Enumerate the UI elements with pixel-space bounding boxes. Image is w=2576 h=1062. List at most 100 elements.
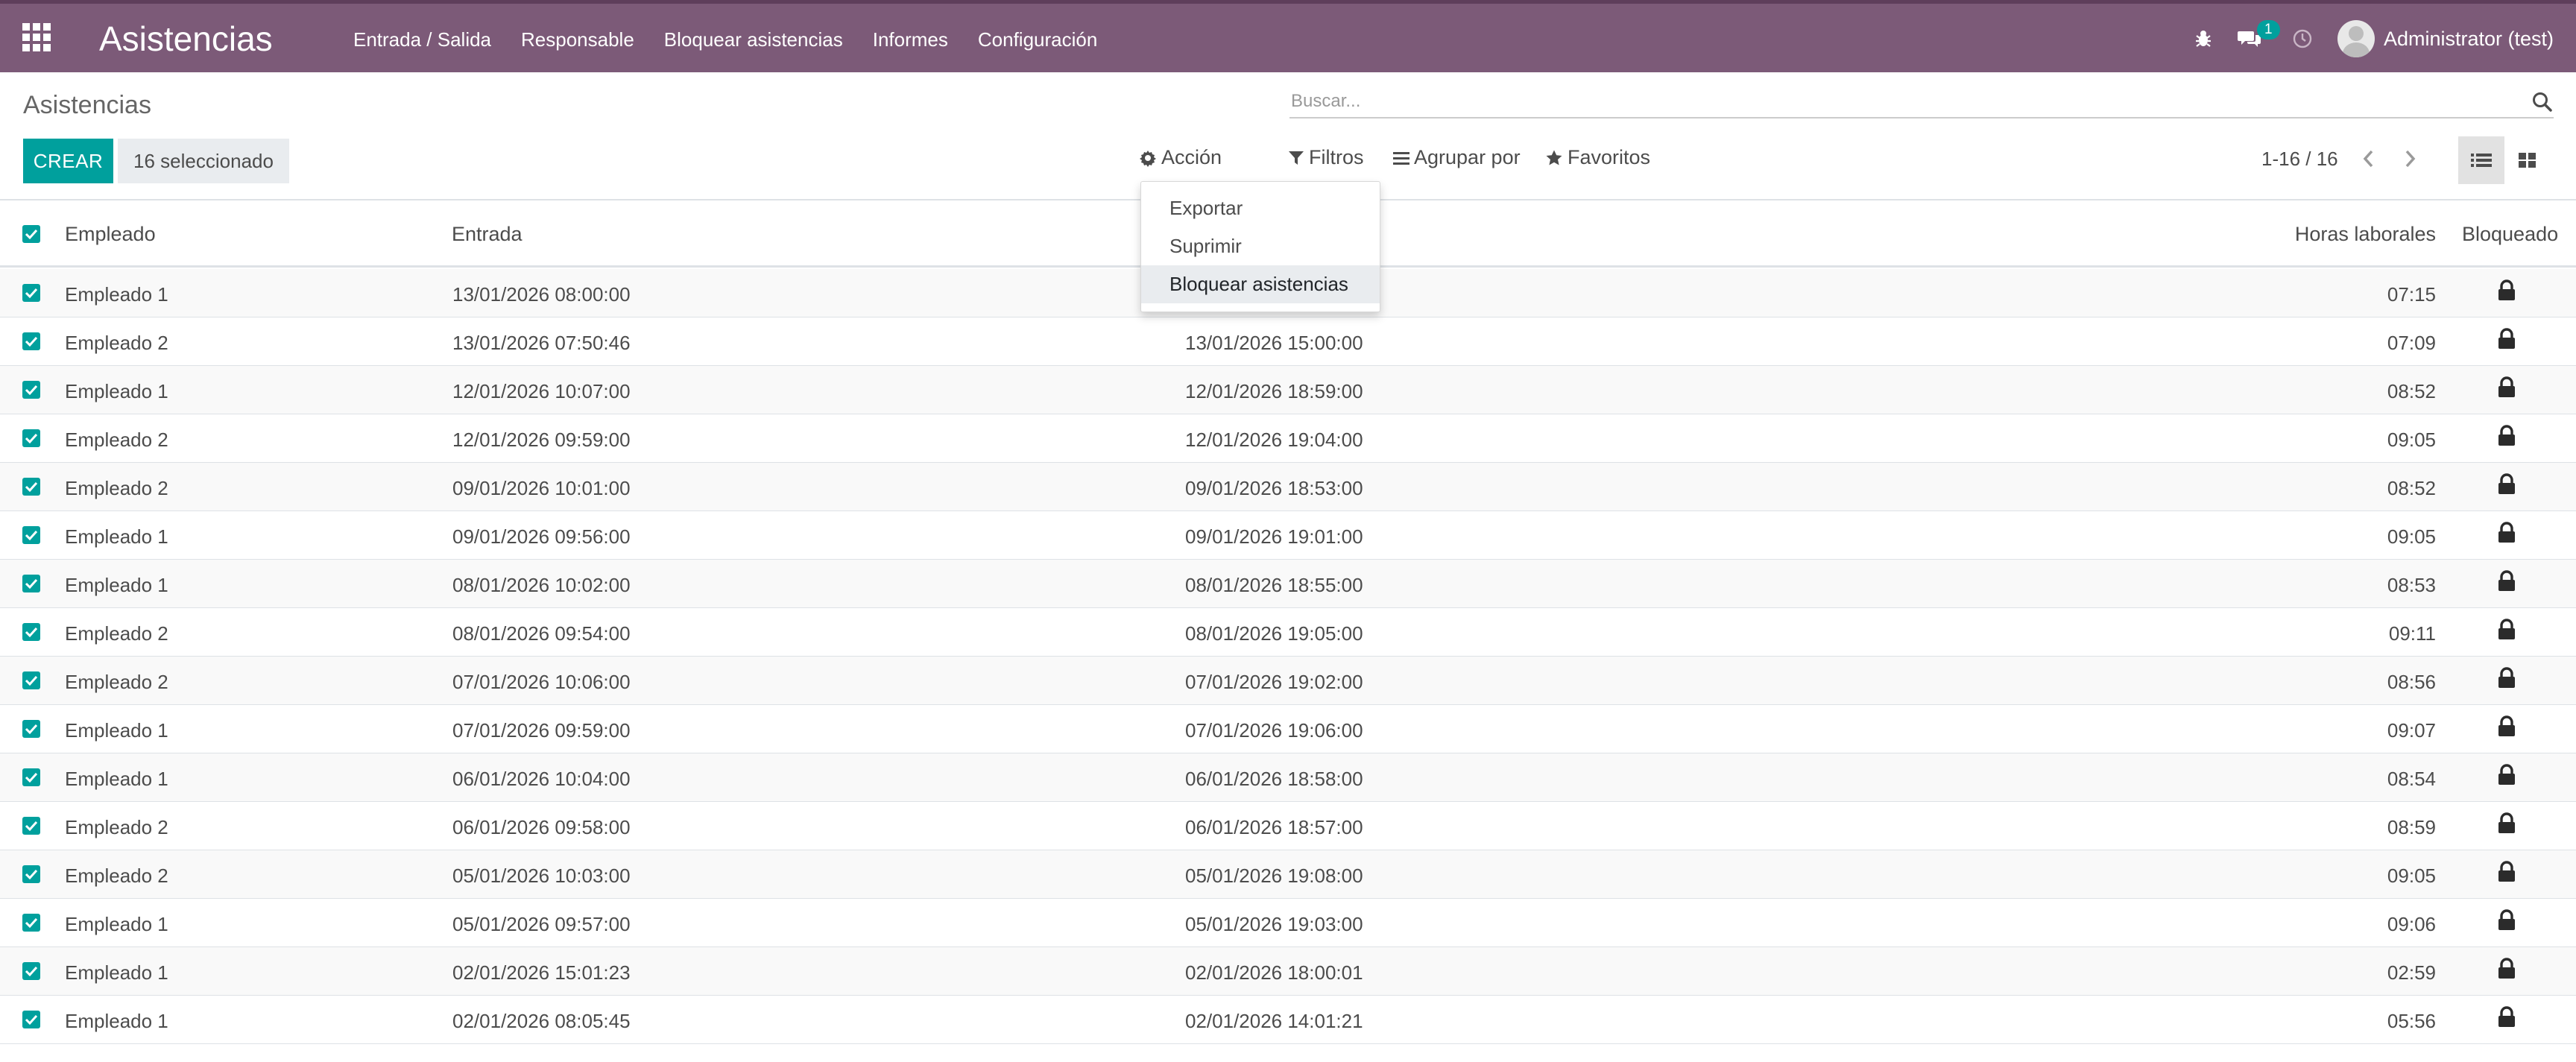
action-button[interactable]: Acción	[1139, 146, 1222, 169]
cell-employee: Empleado 1	[65, 525, 168, 548]
table-row[interactable]: Empleado 2 13/01/2026 07:50:46 13/01/2026 …	[0, 317, 2576, 366]
action-label: Acción	[1161, 146, 1222, 168]
lock-icon	[2498, 522, 2515, 543]
menu-item-informes[interactable]: Informes	[873, 28, 948, 51]
cell-check-in: 06/01/2026 10:04:00	[452, 768, 631, 790]
favorites-button[interactable]: Favoritos	[1545, 146, 1650, 169]
main-menu: Entrada / Salida Responsable Bloquear as…	[353, 28, 1127, 51]
cell-check-in: 08/01/2026 09:54:00	[452, 622, 631, 645]
pager-previous-button[interactable]	[2358, 148, 2380, 170]
table-row[interactable]: Empleado 2 06/01/2026 09:58:00 06/01/2026 …	[0, 802, 2576, 850]
lock-icon	[2498, 376, 2515, 397]
checkmark-icon	[25, 433, 38, 444]
user-menu[interactable]: Administrator (test)	[2384, 28, 2554, 51]
row-checkbox[interactable]	[22, 526, 40, 544]
activity-clock-icon[interactable]	[2293, 29, 2312, 48]
row-checkbox[interactable]	[22, 1011, 40, 1028]
checkmark-icon	[25, 772, 38, 783]
row-checkbox[interactable]	[22, 623, 40, 641]
kanban-view-button[interactable]	[2504, 136, 2551, 184]
row-checkbox[interactable]	[22, 817, 40, 835]
lock-icon	[2498, 425, 2515, 446]
filters-button[interactable]: Filtros	[1288, 146, 1364, 169]
lock-icon	[2498, 1006, 2515, 1027]
select-all-checkbox[interactable]	[22, 225, 40, 243]
cell-worked-hours: 08:56	[2387, 671, 2436, 693]
column-header-employee[interactable]: Empleado	[65, 223, 156, 246]
action-menu-item-bloquear-asistencias[interactable]: Bloquear asistencias	[1141, 265, 1380, 303]
filter-icon	[1289, 151, 1304, 165]
row-checkbox[interactable]	[22, 865, 40, 883]
top-navbar: Asistencias Entrada / Salida Responsable…	[0, 0, 2576, 72]
cell-employee: Empleado 2	[65, 865, 168, 887]
checkmark-icon	[25, 1014, 38, 1025]
row-checkbox[interactable]	[22, 575, 40, 592]
action-menu-item-suprimir[interactable]: Suprimir	[1141, 227, 1380, 265]
row-checkbox[interactable]	[22, 671, 40, 689]
checkmark-icon	[25, 336, 38, 347]
pager-next-button[interactable]	[2399, 148, 2421, 170]
cell-worked-hours: 09:05	[2387, 525, 2436, 548]
table-row[interactable]: Empleado 1 09/01/2026 09:56:00 09/01/2026 …	[0, 511, 2576, 560]
column-header-check-in[interactable]: Entrada	[452, 223, 523, 246]
search-input[interactable]	[1289, 85, 2512, 117]
menu-item-bloquear-asistencias[interactable]: Bloquear asistencias	[664, 28, 843, 51]
table-row[interactable]: Empleado 1 07/01/2026 09:59:00 07/01/2026 …	[0, 705, 2576, 753]
lock-icon	[2498, 279, 2515, 300]
row-checkbox[interactable]	[22, 284, 40, 302]
table-row[interactable]: Empleado 2 05/01/2026 10:03:00 05/01/2026 …	[0, 850, 2576, 899]
cell-check-in: 09/01/2026 10:01:00	[452, 477, 631, 499]
cell-check-in: 13/01/2026 07:50:46	[452, 332, 631, 354]
cell-worked-hours: 09:07	[2387, 719, 2436, 742]
table-row[interactable]: Empleado 1 02/01/2026 08:05:45 02/01/2026 …	[0, 996, 2576, 1044]
pager-value[interactable]: 1-16 / 16	[2261, 148, 2338, 171]
checkmark-icon	[25, 530, 38, 541]
table-row[interactable]: Empleado 1 06/01/2026 10:04:00 06/01/2026 …	[0, 753, 2576, 802]
table-row[interactable]: Empleado 2 07/01/2026 10:06:00 07/01/2026 …	[0, 657, 2576, 705]
cell-check-in: 09/01/2026 09:56:00	[452, 525, 631, 548]
cell-check-out: 08/01/2026 18:55:00	[1185, 574, 1363, 596]
filters-label: Filtros	[1309, 146, 1364, 168]
menu-item-entrada-salida[interactable]: Entrada / Salida	[353, 28, 491, 51]
table-row[interactable]: Empleado 1 12/01/2026 10:07:00 12/01/2026 …	[0, 366, 2576, 414]
kanban-icon	[2519, 153, 2536, 168]
row-checkbox[interactable]	[22, 768, 40, 786]
lock-icon	[2498, 909, 2515, 930]
messages-icon[interactable]: 1	[2237, 20, 2280, 48]
menu-item-configuracion[interactable]: Configuración	[978, 28, 1097, 51]
menu-item-responsable[interactable]: Responsable	[521, 28, 634, 51]
table-row[interactable]: Empleado 1 02/01/2026 15:01:23 02/01/2026 …	[0, 947, 2576, 996]
row-checkbox[interactable]	[22, 429, 40, 447]
row-checkbox[interactable]	[22, 381, 40, 399]
table-row[interactable]: Empleado 2 12/01/2026 09:59:00 12/01/2026 …	[0, 414, 2576, 463]
cell-employee: Empleado 1	[65, 768, 168, 790]
app-title[interactable]: Asistencias	[99, 19, 273, 59]
table-row[interactable]: Empleado 2 08/01/2026 09:54:00 08/01/2026 …	[0, 608, 2576, 657]
row-checkbox[interactable]	[22, 962, 40, 980]
row-checkbox[interactable]	[22, 478, 40, 496]
table-row[interactable]: Empleado 1 05/01/2026 09:57:00 05/01/2026 …	[0, 899, 2576, 947]
table-row[interactable]: Empleado 1 08/01/2026 10:02:00 08/01/2026 …	[0, 560, 2576, 608]
debug-bug-icon[interactable]	[2194, 29, 2212, 48]
table-row[interactable]: Empleado 2 09/01/2026 10:01:00 09/01/2026 …	[0, 463, 2576, 511]
column-header-locked[interactable]: Bloqueado	[2462, 223, 2558, 246]
cell-check-out: 09/01/2026 19:01:00	[1185, 525, 1363, 548]
user-avatar[interactable]	[2337, 20, 2375, 57]
groupby-button[interactable]: Agrupar por	[1393, 146, 1521, 169]
action-menu-item-exportar[interactable]: Exportar	[1141, 189, 1380, 227]
cell-employee: Empleado 2	[65, 429, 168, 451]
search-icon[interactable]	[2531, 91, 2554, 113]
checkmark-icon	[25, 869, 38, 880]
row-checkbox[interactable]	[22, 914, 40, 932]
row-checkbox[interactable]	[22, 720, 40, 738]
cell-employee: Empleado 2	[65, 477, 168, 499]
cell-employee: Empleado 2	[65, 816, 168, 838]
lock-icon	[2498, 812, 2515, 833]
apps-menu-icon[interactable]	[22, 23, 51, 51]
create-button[interactable]: CREAR	[23, 139, 113, 183]
row-checkbox[interactable]	[22, 332, 40, 350]
column-header-worked-hours[interactable]: Horas laborales	[2295, 223, 2436, 246]
list-view-button[interactable]	[2458, 136, 2504, 184]
cell-worked-hours: 08:52	[2387, 477, 2436, 499]
cell-check-out: 07/01/2026 19:06:00	[1185, 719, 1363, 742]
